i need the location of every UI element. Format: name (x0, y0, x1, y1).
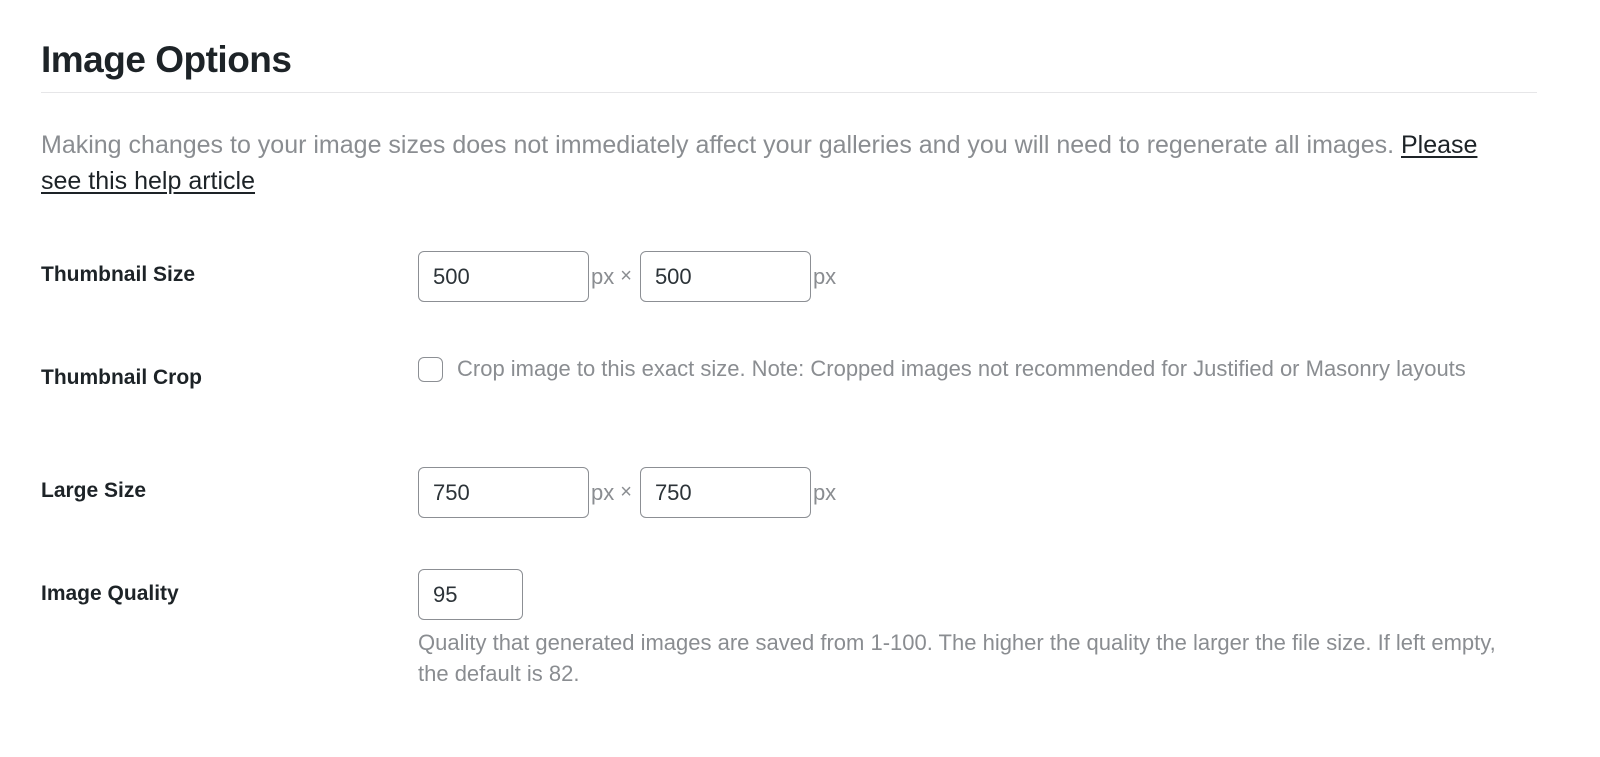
section-divider (41, 92, 1537, 93)
large-height-unit: px (812, 480, 837, 505)
thumbnail-width-unit: px (591, 264, 615, 289)
thumbnail-width-input[interactable] (418, 251, 589, 302)
thumbnail-size-label: Thumbnail Size (41, 263, 196, 286)
intro-description: Making changes to your image sizes does … (41, 127, 1481, 199)
large-height-input[interactable] (639, 467, 811, 518)
intro-text: Making changes to your image sizes does … (41, 131, 1401, 159)
times-icon: × (620, 481, 632, 503)
thumbnail-height-input[interactable] (639, 251, 811, 302)
image-quality-description: Quality that generated images are saved … (418, 630, 1496, 686)
thumbnail-crop-checkbox[interactable] (418, 357, 443, 382)
thumbnail-size-row: px × px (418, 251, 838, 302)
large-width-input[interactable] (418, 467, 589, 518)
image-quality-row (418, 569, 523, 620)
image-quality-label: Image Quality (41, 582, 179, 605)
thumbnail-height-unit: px (812, 264, 837, 289)
section-title: Image Options (41, 39, 292, 80)
thumbnail-crop-description: Crop image to this exact size. Note: Cro… (457, 356, 1466, 381)
image-options-settings: Image Options Making changes to your ima… (0, 0, 1600, 757)
image-quality-input[interactable] (418, 569, 523, 620)
times-icon: × (620, 265, 632, 287)
large-size-row: px × px (418, 467, 838, 518)
large-width-unit: px (591, 480, 615, 505)
large-size-label: Large Size (41, 479, 147, 502)
thumbnail-crop-label: Thumbnail Crop (41, 366, 202, 389)
